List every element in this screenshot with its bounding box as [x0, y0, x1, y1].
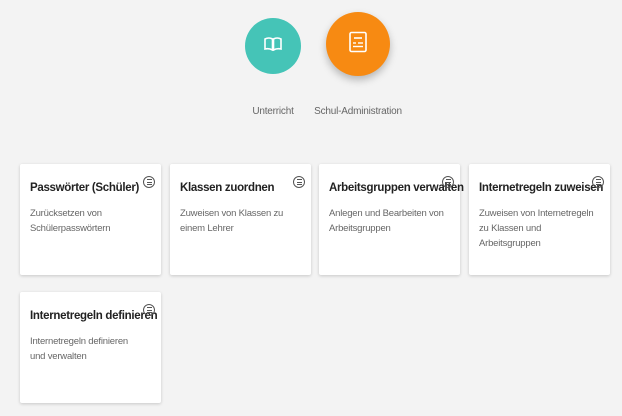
list-menu-icon[interactable] [293, 176, 305, 188]
card-passwoerter-schueler[interactable]: Passwörter (Schüler) Zurücksetzen von Sc… [20, 164, 161, 275]
card-title: Klassen zuordnen [180, 182, 275, 194]
card-description: Zuweisen von Klassen zu einem Lehrer [180, 208, 284, 234]
card-title: Internetregeln zuweisen [479, 182, 604, 194]
card-description: Zurücksetzen von Schülerpasswörtern [30, 208, 111, 234]
list-menu-icon[interactable] [592, 176, 604, 188]
nav-unterricht-circle[interactable] [245, 18, 301, 74]
nav-schul-administration[interactable]: Schul-Administration [313, 12, 403, 117]
card-description: Internetregeln definieren und verwalten [30, 336, 128, 362]
card-internetregeln-definieren[interactable]: Internetregeln definieren Internetregeln… [20, 292, 161, 403]
card-arbeitsgruppen-verwalten[interactable]: Arbeitsgruppen verwalten Anlegen und Bea… [319, 164, 464, 275]
nav-schul-administration-circle[interactable] [326, 12, 390, 76]
book-icon [264, 36, 282, 56]
card-internetregeln-zuweisen[interactable]: Internetregeln zuweisen Zuweisen von Int… [469, 164, 610, 275]
card-title: Arbeitsgruppen verwalten [329, 182, 464, 194]
card-klassen-zuordnen[interactable]: Klassen zuordnen Zuweisen von Klassen zu… [170, 164, 311, 275]
nav-schul-administration-label: Schul-Administration [314, 106, 402, 117]
list-menu-icon[interactable] [442, 176, 454, 188]
card-description: Anlegen und Bearbeiten von Arbeitsgruppe… [329, 208, 444, 234]
card-title: Internetregeln definieren [30, 310, 158, 322]
list-menu-icon[interactable] [143, 304, 155, 316]
card-description: Zuweisen von Internetregeln zu Klassen u… [479, 208, 594, 249]
admin-panel-icon [348, 31, 368, 58]
nav-unterricht-label: Unterricht [252, 106, 294, 117]
nav-unterricht[interactable]: Unterricht [243, 18, 303, 117]
page: Unterricht Schul-Administration Passwört… [0, 0, 622, 416]
list-menu-icon[interactable] [143, 176, 155, 188]
card-title: Passwörter (Schüler) [30, 182, 140, 194]
